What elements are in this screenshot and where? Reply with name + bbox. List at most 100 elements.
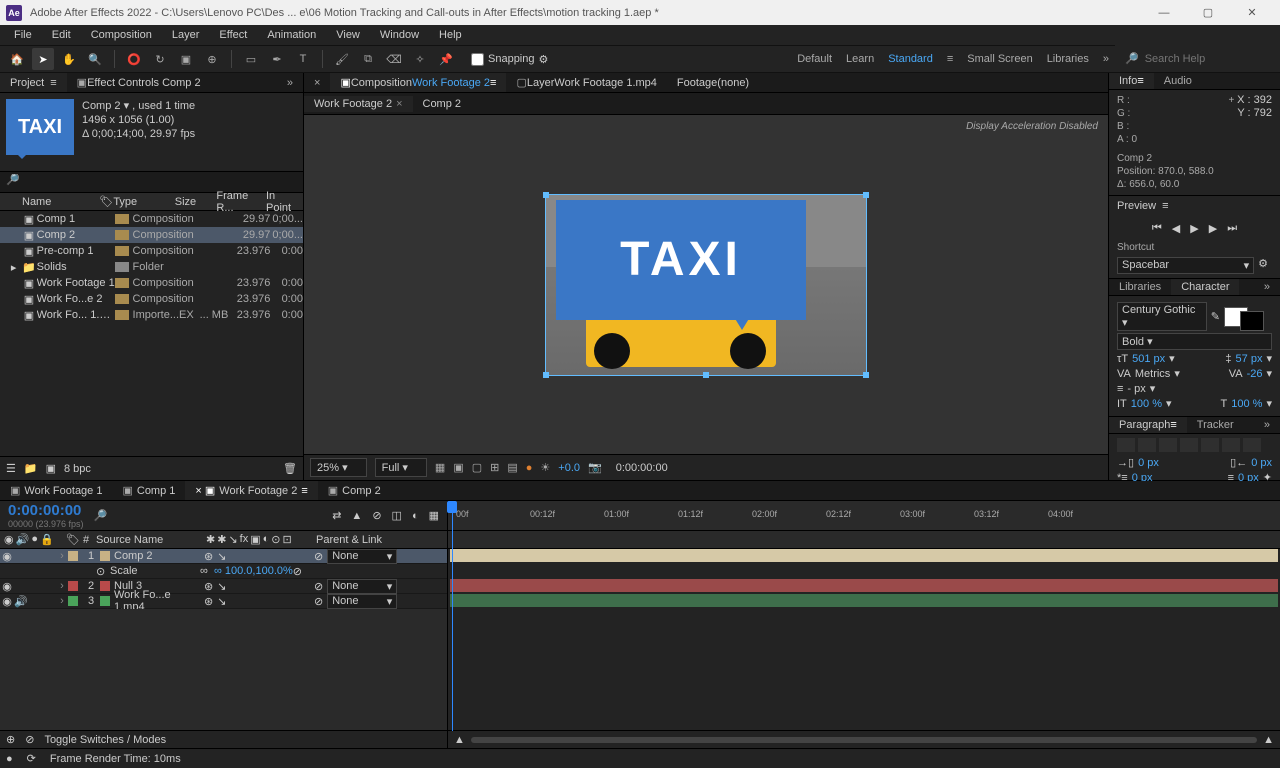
project-item[interactable]: ▣Pre-comp 1Composition23.9760:00 (0, 243, 303, 259)
shortcut-settings-icon[interactable]: ⚙ (1254, 257, 1272, 274)
channel-icon[interactable]: ● (526, 462, 533, 474)
menu-help[interactable]: Help (429, 27, 472, 43)
indent-left[interactable]: 0 px (1138, 457, 1159, 469)
layer-tab[interactable]: ▢ Layer Work Footage 1.mp4 (506, 73, 666, 92)
bpc-label[interactable]: 8 bpc (64, 463, 91, 475)
exposure-value[interactable]: +0.0 (558, 462, 580, 474)
pen-tool-icon[interactable]: ✒ (266, 48, 288, 70)
draft3d-icon[interactable]: ▲ (351, 510, 362, 522)
timeline-ruler[interactable]: 00f00:12f01:00f01:12f02:00f02:12f03:00f0… (448, 501, 1280, 531)
next-frame-icon[interactable]: ▶ (1209, 222, 1217, 235)
character-tab[interactable]: Character (1171, 279, 1239, 295)
menu-view[interactable]: View (326, 27, 370, 43)
play-icon[interactable]: ▶ (1190, 222, 1198, 235)
workspace-smallscreen[interactable]: Small Screen (967, 53, 1032, 65)
timeline-tab-3[interactable]: ▣ Comp 2 (318, 481, 391, 500)
shy-icon[interactable]: ⊘ (372, 509, 381, 522)
graph-editor-icon[interactable]: ▦ (429, 509, 439, 522)
font-size-value[interactable]: 501 px (1132, 353, 1165, 365)
search-help-input[interactable] (1145, 53, 1280, 65)
timeline-search-icon[interactable]: 🔎 (94, 509, 108, 522)
maximize-button[interactable]: ▢ (1186, 0, 1230, 25)
timeline-layer[interactable]: ◉🔊›3Work Fo...e 1.mp4⊛↘⊘None▾ (0, 594, 447, 609)
leading-value[interactable]: 57 px (1236, 353, 1263, 365)
transparency-grid-icon[interactable]: ▦ (435, 461, 445, 474)
timeline-layer[interactable]: ⊙Scale∞∞ 100.0,100.0%⊘ (0, 564, 447, 579)
puppet-tool-icon[interactable]: 📌 (435, 48, 457, 70)
effect-controls-tab[interactable]: ▣ Effect Controls Comp 2 (67, 73, 211, 92)
libraries-tab[interactable]: Libraries (1109, 279, 1171, 295)
align-left-icon[interactable] (1117, 438, 1135, 452)
timeline-filter-icon[interactable]: ⊘ (25, 733, 34, 746)
snapping-checkbox[interactable] (471, 53, 484, 66)
mask-toggle-icon[interactable]: ▣ (453, 461, 463, 474)
indent-right[interactable]: 0 px (1251, 457, 1272, 469)
align-center-icon[interactable] (1138, 438, 1156, 452)
home-icon[interactable]: 🏠 (6, 48, 28, 70)
workspace-menu-icon[interactable]: ≡ (947, 53, 953, 65)
tracking-value[interactable]: -26 (1247, 368, 1263, 380)
workspace-learn[interactable]: Learn (846, 53, 874, 65)
close-tab-icon[interactable]: × (396, 98, 402, 110)
timeline-zoom-icon[interactable]: ⊕ (6, 733, 15, 746)
font-family-dropdown[interactable]: Century Gothic ▾ (1117, 302, 1207, 331)
new-folder-icon[interactable]: 📁 (24, 462, 38, 475)
subtab-workfootage2[interactable]: Work Footage 2× (304, 96, 413, 112)
prev-frame-icon[interactable]: ◀ (1172, 222, 1180, 235)
justify-last-center-icon[interactable] (1201, 438, 1219, 452)
comp-mini-flowchart-icon[interactable]: ⇄ (332, 509, 341, 522)
snapshot-icon[interactable]: 📷 (588, 461, 602, 474)
timecode[interactable]: 0:00:00:00 (8, 502, 84, 519)
footage-preview[interactable]: TAXI (546, 195, 866, 375)
motion-blur-icon[interactable]: ◐ (412, 510, 419, 522)
stroke-color[interactable] (1240, 311, 1264, 331)
workspace-default[interactable]: Default (797, 53, 832, 65)
timeline-layer[interactable]: ◉›1Comp 2⊛↘⊘None▾ (0, 549, 447, 564)
rotate-tool-icon[interactable]: ↻ (149, 48, 171, 70)
exposure-icon[interactable]: ☀ (540, 461, 550, 474)
workspace-overflow-icon[interactable]: » (1103, 53, 1109, 65)
zoom-tool-icon[interactable]: 🔍 (84, 48, 106, 70)
justify-all-icon[interactable] (1243, 438, 1261, 452)
first-frame-icon[interactable]: ⏮ (1152, 222, 1162, 235)
camera-tool-icon[interactable]: ▣ (175, 48, 197, 70)
font-style-dropdown[interactable]: Bold ▾ (1117, 333, 1272, 350)
paragraph-tab[interactable]: Paragraph ≡ (1109, 417, 1187, 433)
project-item[interactable]: ▣Comp 1Composition29.970;00... (0, 211, 303, 227)
roto-tool-icon[interactable]: ✧ (409, 48, 431, 70)
justify-last-left-icon[interactable] (1180, 438, 1198, 452)
roi-icon[interactable]: ▢ (472, 461, 482, 474)
timeline-tab-0[interactable]: ▣ Work Footage 1 (0, 481, 112, 500)
workspace-standard[interactable]: Standard (888, 53, 933, 65)
viewer-time[interactable]: 0:00:00:00 (610, 460, 686, 476)
brush-tool-icon[interactable]: 🖌 (331, 48, 353, 70)
project-tab[interactable]: Project ≡ (0, 73, 67, 92)
preview-panel-header[interactable]: Preview ≡ (1117, 200, 1272, 212)
menu-composition[interactable]: Composition (81, 27, 162, 43)
subtab-comp2[interactable]: Comp 2 (413, 96, 472, 112)
menu-layer[interactable]: Layer (162, 27, 210, 43)
tracker-tab[interactable]: Tracker (1187, 417, 1244, 433)
shortcut-dropdown[interactable]: Spacebar▾ (1117, 257, 1254, 274)
snapping-options-icon[interactable]: ⚙ (539, 53, 549, 66)
panel-menu-icon[interactable]: ≡ (50, 77, 56, 89)
anchor-tool-icon[interactable]: ⊕ (201, 48, 223, 70)
menu-effect[interactable]: Effect (209, 27, 257, 43)
project-item[interactable]: ▣Work Fo...e 2Composition23.9760:00 (0, 291, 303, 307)
project-item[interactable]: ▣Work Footage 1Composition23.9760:00 (0, 275, 303, 291)
vscale-value[interactable]: 100 % (1131, 398, 1162, 410)
composition-tab[interactable]: ▣ Composition Work Footage 2 ≡ (330, 73, 506, 92)
close-button[interactable]: ✕ (1230, 0, 1274, 25)
panel-overflow-icon[interactable]: » (277, 73, 303, 92)
project-search-input[interactable] (6, 174, 297, 186)
workspace-libraries[interactable]: Libraries (1047, 53, 1089, 65)
hand-tool-icon[interactable]: ✋ (58, 48, 80, 70)
eraser-tool-icon[interactable]: ⌫ (383, 48, 405, 70)
hscale-value[interactable]: 100 % (1231, 398, 1262, 410)
orbit-tool-icon[interactable]: ⭕ (123, 48, 145, 70)
footage-tab[interactable]: Footage (none) (667, 73, 759, 92)
info-tab[interactable]: Info ≡ (1109, 73, 1154, 89)
text-tool-icon[interactable]: T (292, 48, 314, 70)
resolution-dropdown[interactable]: Full ▾ (375, 458, 427, 477)
clone-tool-icon[interactable]: ⧉ (357, 48, 379, 70)
